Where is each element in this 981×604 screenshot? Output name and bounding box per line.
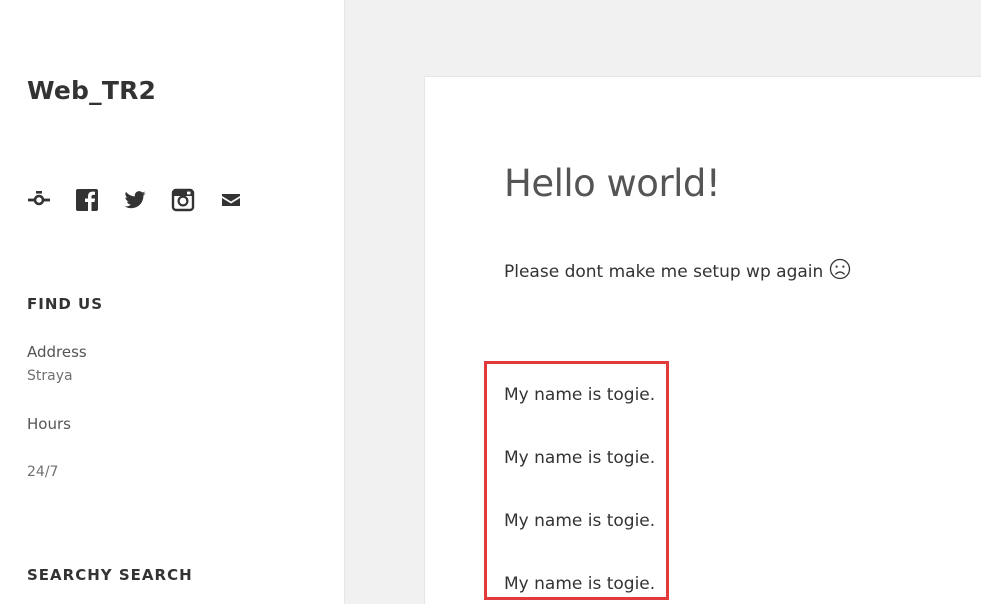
social-links bbox=[27, 188, 243, 212]
post-intro-text: Please dont make me setup wp again bbox=[504, 261, 824, 282]
twitter-icon[interactable] bbox=[123, 188, 147, 212]
wordpress-icon[interactable] bbox=[27, 188, 51, 212]
search-heading: SEARCHY SEARCH bbox=[27, 566, 193, 584]
find-us-heading: FIND US bbox=[27, 295, 104, 313]
instagram-icon[interactable] bbox=[171, 188, 195, 212]
post-content: Hello world! Please dont make me setup w… bbox=[424, 76, 981, 604]
address-value: Straya bbox=[27, 368, 73, 384]
post-title[interactable]: Hello world! bbox=[504, 162, 721, 205]
page: Web_TR2 FIND US Address Straya Hours 24/… bbox=[0, 0, 981, 604]
mail-icon[interactable] bbox=[219, 188, 243, 212]
post-line: My name is togie. bbox=[504, 385, 656, 405]
post-line: My name is togie. bbox=[504, 511, 656, 531]
sad-face-icon bbox=[829, 258, 851, 285]
post-line: My name is togie. bbox=[504, 448, 656, 468]
address-label: Address bbox=[27, 343, 87, 361]
post-line: My name is togie. bbox=[504, 574, 656, 594]
facebook-icon[interactable] bbox=[75, 188, 99, 212]
post-intro: Please dont make me setup wp again bbox=[504, 258, 851, 285]
sidebar: Web_TR2 FIND US Address Straya Hours 24/… bbox=[0, 0, 345, 604]
hours-value: 24/7 bbox=[27, 464, 59, 480]
site-title[interactable]: Web_TR2 bbox=[27, 76, 156, 105]
hours-label: Hours bbox=[27, 415, 71, 433]
